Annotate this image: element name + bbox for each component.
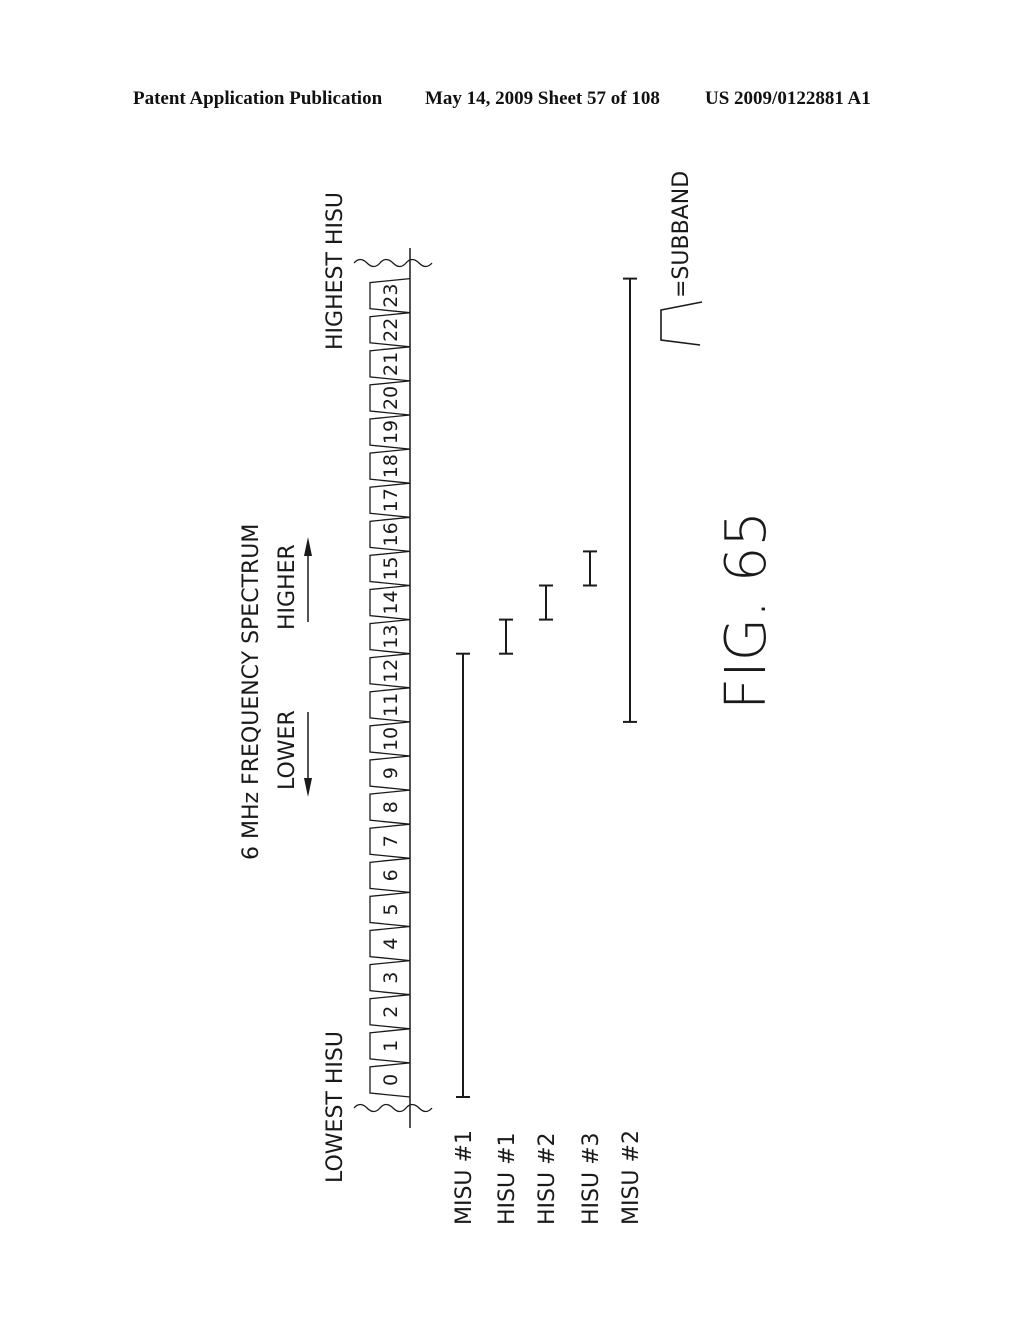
subband-number: 5: [380, 903, 402, 915]
low-break-mark: [353, 1103, 433, 1113]
allocation-bar: [456, 652, 470, 1098]
subband-number: 17: [380, 488, 402, 512]
lower-arrow-icon: [304, 712, 312, 797]
subband-number: 4: [380, 938, 402, 950]
subband-number: 21: [380, 352, 402, 376]
subband-number: 13: [380, 625, 402, 649]
allocation-bar: [539, 584, 553, 621]
subband-number: 8: [380, 801, 402, 813]
subband-number: 14: [380, 590, 402, 614]
subband-number: 7: [380, 835, 402, 847]
higher-label: HIGHER: [275, 544, 300, 630]
subband-number: 23: [380, 284, 402, 308]
allocation-label: MISU #1: [452, 1130, 477, 1225]
subband-number: 9: [380, 767, 402, 779]
spectrum-title: 6 MHz FREQUENCY SPECTRUM: [239, 524, 264, 860]
allocation-bar: [623, 277, 637, 723]
subband-number: 16: [380, 522, 402, 546]
allocation-group: MISU #1 HISU #1 HISU #2 HISU #3 MISU #2: [452, 277, 644, 1225]
subband-number: 11: [380, 693, 402, 717]
subband-number: 3: [380, 972, 402, 984]
subband-number: 19: [380, 420, 402, 444]
figure-label: FIG. 65: [714, 511, 779, 710]
legend-text: =SUBBAND: [669, 171, 694, 298]
lowest-hisu-label: LOWEST HISU: [323, 1031, 348, 1183]
highest-hisu-label: HIGHEST HISU: [323, 192, 348, 350]
subband-number: 12: [380, 659, 402, 683]
allocation-label: HISU #2: [535, 1132, 560, 1225]
higher-arrow-icon: [304, 537, 312, 622]
subband-number: 1: [380, 1040, 402, 1052]
subband-legend: =SUBBAND: [660, 171, 703, 346]
allocation-bar: [583, 550, 597, 587]
allocation-bar: [499, 618, 513, 655]
allocation-label: HISU #3: [579, 1132, 604, 1225]
subband-number: 0: [380, 1074, 402, 1086]
subband-number: 18: [380, 454, 402, 478]
subband-number: 10: [380, 727, 402, 751]
frequency-spectrum-diagram: 6 MHz FREQUENCY SPECTRUM LOWER HIGHER LO…: [239, 171, 779, 1225]
allocation-label: MISU #2: [619, 1130, 644, 1225]
subband-number: 15: [380, 556, 402, 580]
subband-group: 01234567891011121314151617181920212223: [369, 277, 411, 1098]
allocation-label: HISU #1: [495, 1132, 520, 1225]
subband-number: 20: [380, 386, 402, 410]
subband-number: 22: [380, 318, 402, 342]
lower-label: LOWER: [275, 710, 300, 790]
subband-number: 6: [380, 869, 402, 881]
subband-number: 2: [380, 1006, 402, 1018]
high-break-mark: [353, 258, 433, 268]
subband-symbol-icon: [660, 301, 703, 346]
